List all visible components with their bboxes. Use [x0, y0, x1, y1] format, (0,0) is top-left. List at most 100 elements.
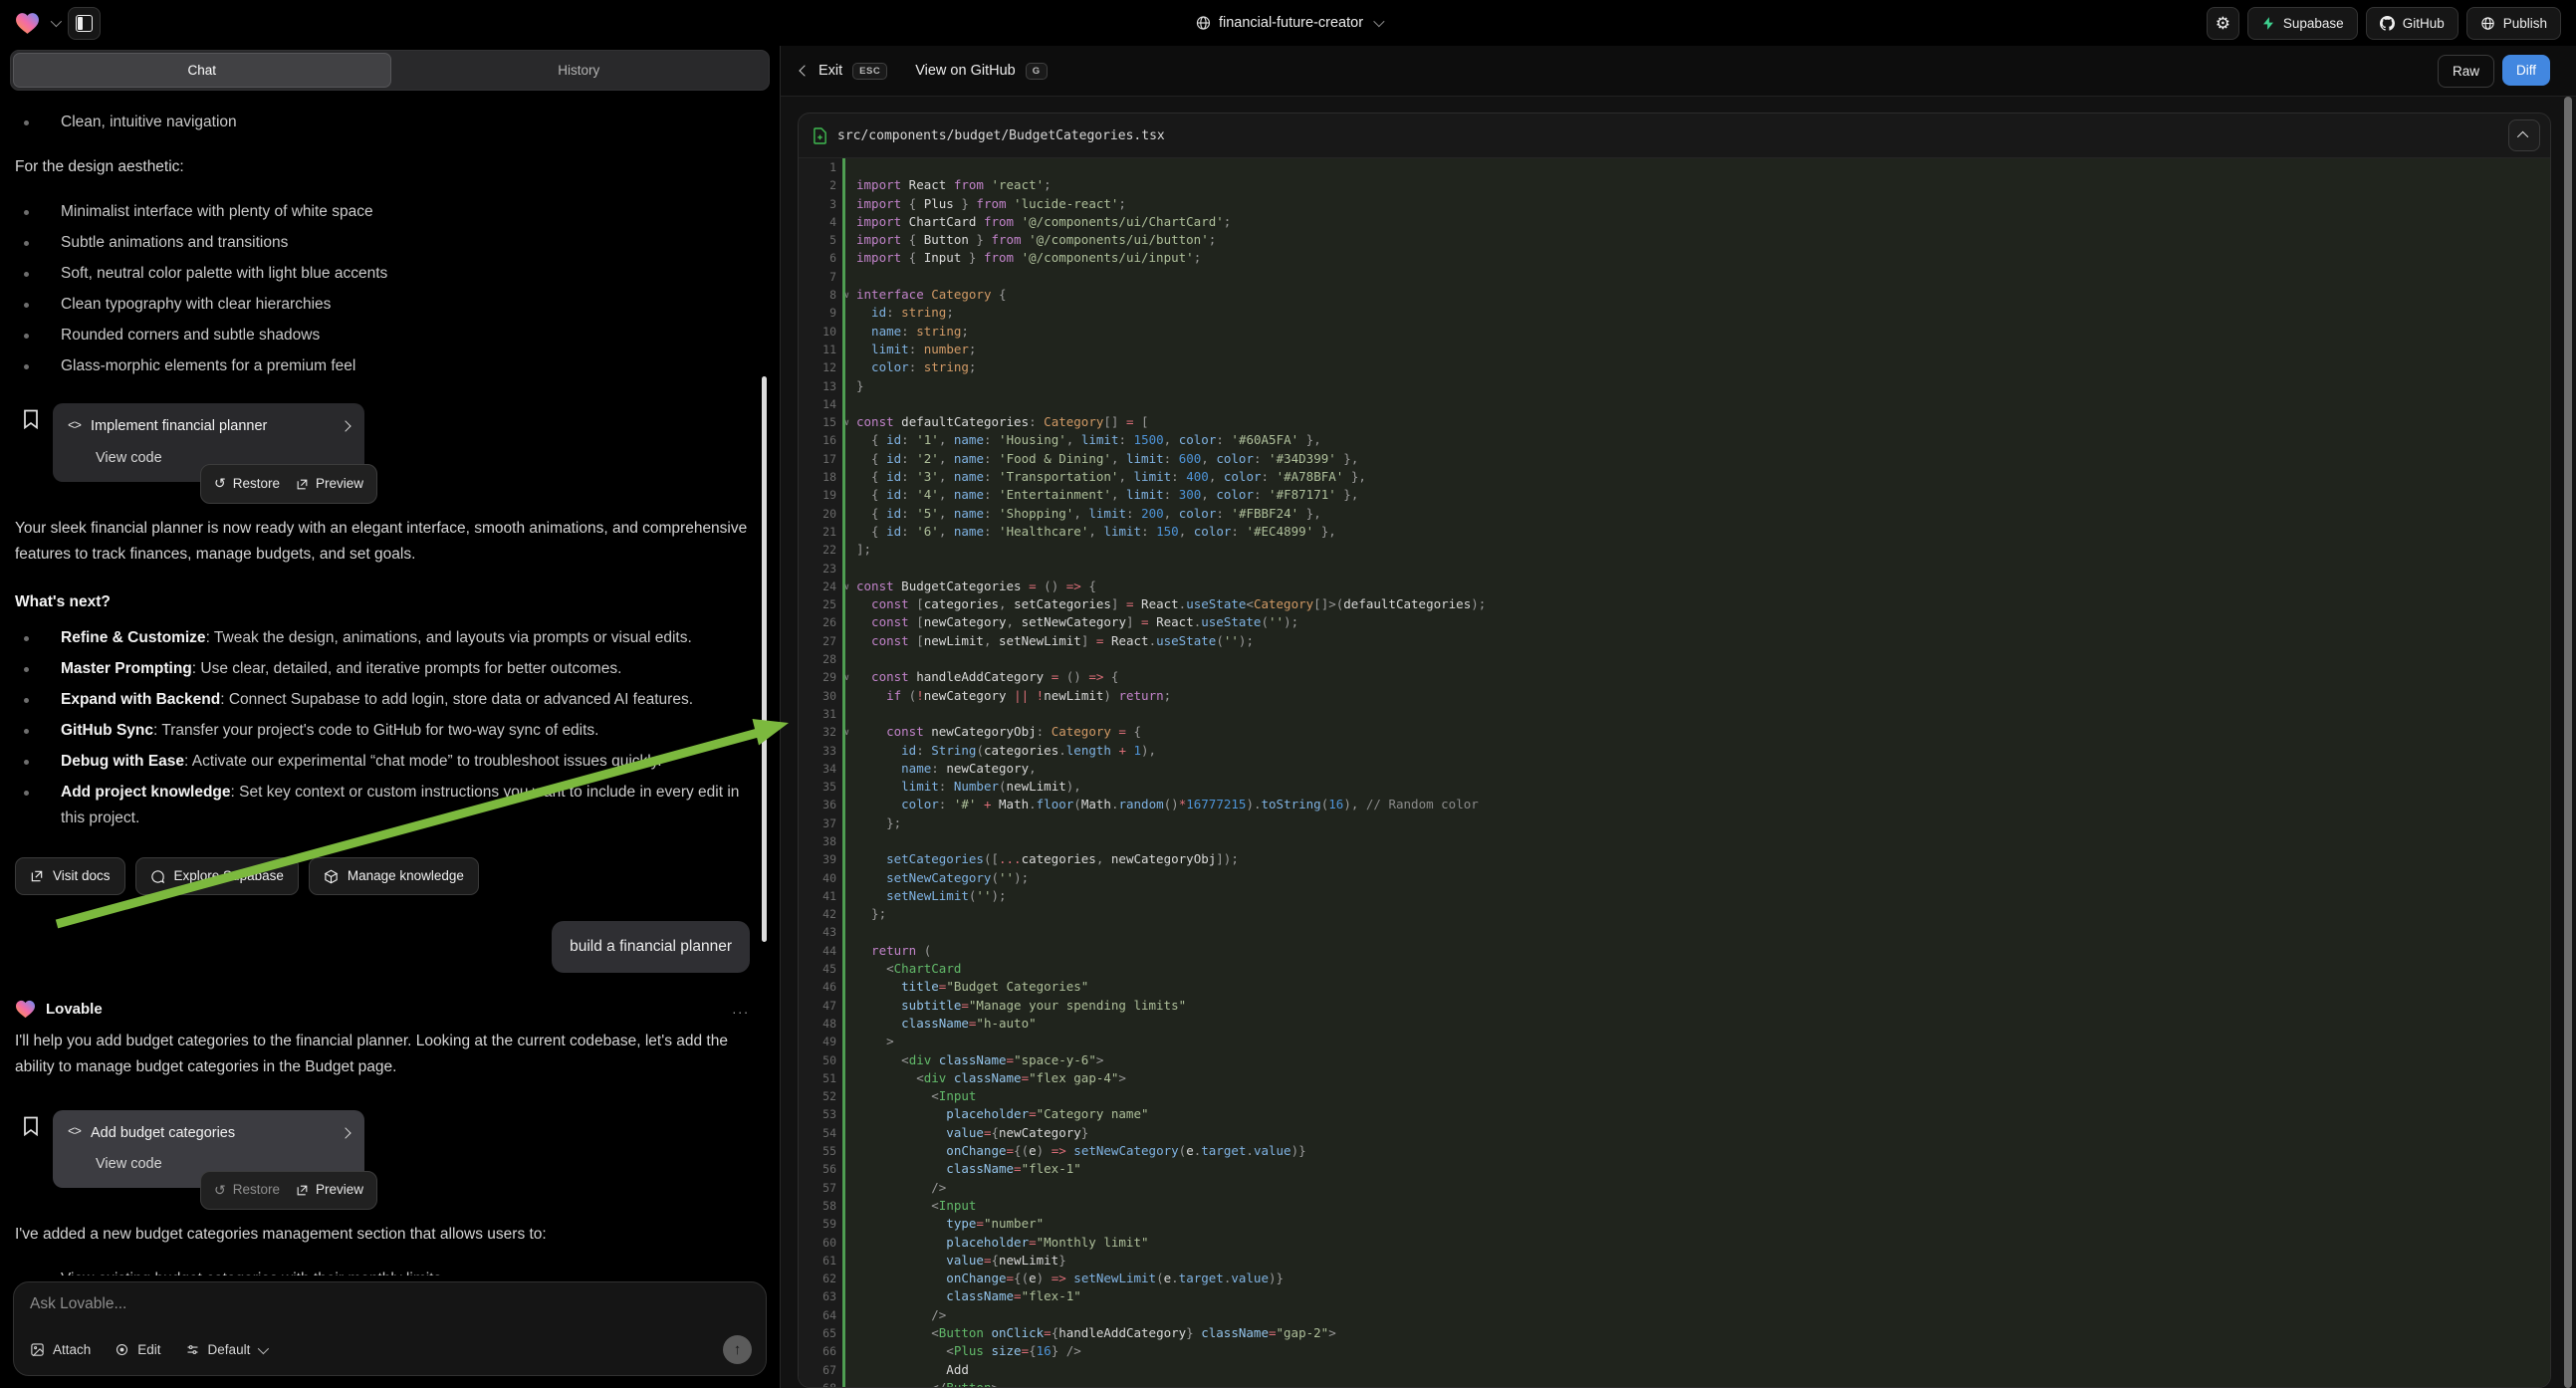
code-line: 20 { id: '5', name: 'Shopping', limit: 2… — [799, 505, 2550, 523]
fold-chevron-icon[interactable]: ∨ — [844, 669, 849, 687]
bookmark-icon[interactable] — [23, 409, 39, 429]
code-line: 30 if (!newCategory || !newLimit) return… — [799, 687, 2550, 705]
code-line: 10 name: string; — [799, 323, 2550, 341]
bullet-item: View existing budget categories with the… — [24, 1267, 750, 1275]
lovable-logo-icon[interactable] — [15, 12, 40, 35]
visit-docs-button[interactable]: Visit docs — [15, 857, 125, 895]
restore-icon: ↺ — [214, 1179, 226, 1203]
ready-paragraph: Your sleek financial planner is now read… — [15, 516, 750, 568]
code-line: 47 subtitle="Manage your spending limits… — [799, 997, 2550, 1015]
chat-history-tabs: Chat History — [10, 50, 770, 91]
code-line: 21 { id: '6', name: 'Healthcare', limit:… — [799, 523, 2550, 541]
code-icon: <> — [68, 416, 81, 437]
message-menu-button[interactable]: ... — [732, 998, 750, 1022]
preview-external-icon — [296, 1184, 309, 1197]
send-button[interactable]: ↑ — [723, 1335, 752, 1364]
supabase-button[interactable]: Supabase — [2247, 7, 2358, 40]
bookmark-icon[interactable] — [23, 1116, 39, 1136]
fold-chevron-icon[interactable]: ∨ — [844, 414, 849, 432]
file-path: src/components/budget/BudgetCategories.t… — [837, 128, 2498, 143]
chat-message-list[interactable]: Clean, intuitive navigation For the desi… — [0, 91, 780, 1275]
gear-icon: ⚙ — [2216, 15, 2230, 32]
code-editor[interactable]: 12import React from 'react';3import { Pl… — [799, 158, 2550, 1387]
code-line: 64 /> — [799, 1306, 2550, 1324]
settings-button[interactable]: ⚙ — [2207, 7, 2239, 40]
code-line: 25 const [categories, setCategories] = R… — [799, 595, 2550, 613]
code-line: 32∨ const newCategoryObj: Category = { — [799, 723, 2550, 741]
raw-toggle-button[interactable]: Raw — [2438, 55, 2494, 88]
chevron-right-icon — [340, 1127, 351, 1138]
code-line: 41 setNewLimit(''); — [799, 887, 2550, 905]
code-line: 8∨interface Category { — [799, 286, 2550, 304]
preview-button[interactable]: Preview — [296, 1179, 363, 1202]
help-paragraph: I'll help you add budget categories to t… — [15, 1029, 750, 1080]
code-line: 26 const [newCategory, setNewCategory] =… — [799, 613, 2550, 631]
preview-button[interactable]: Preview — [296, 473, 363, 496]
code-line: 49 > — [799, 1033, 2550, 1050]
toggle-sidebar-button[interactable] — [68, 7, 101, 40]
sidebar-panel-icon — [76, 15, 93, 32]
code-icon: <> — [68, 1122, 81, 1143]
fold-chevron-icon[interactable]: ∨ — [844, 287, 849, 305]
code-line: 18 { id: '3', name: 'Transportation', li… — [799, 468, 2550, 486]
whats-next-item: Master Prompting: Use clear, detailed, a… — [24, 656, 750, 682]
restore-button[interactable]: ↺Restore — [214, 472, 280, 496]
composer-input[interactable]: Ask Lovable... — [30, 1295, 752, 1313]
code-line: 12 color: string; — [799, 358, 2550, 376]
user-message: build a financial planner — [552, 921, 750, 973]
code-line: 36 color: '#' + Math.floor(Math.random()… — [799, 796, 2550, 813]
code-line: 44 return ( — [799, 942, 2550, 960]
fold-chevron-icon[interactable]: ∨ — [844, 578, 849, 596]
assistant-name: Lovable — [46, 997, 103, 1022]
fold-chevron-icon[interactable]: ∨ — [844, 724, 849, 742]
exit-button[interactable]: Exit ESC — [801, 63, 887, 80]
code-line: 62 onChange={(e) => setNewLimit(e.target… — [799, 1270, 2550, 1287]
model-selector[interactable]: Default — [185, 1342, 267, 1357]
edit-button[interactable]: Edit — [115, 1342, 160, 1357]
code-line: 16 { id: '1', name: 'Housing', limit: 15… — [799, 431, 2550, 449]
github-button[interactable]: GitHub — [2366, 7, 2459, 40]
code-line: 28 — [799, 650, 2550, 668]
code-line: 40 setNewCategory(''); — [799, 869, 2550, 887]
publish-label: Publish — [2503, 16, 2547, 31]
file-header[interactable]: src/components/budget/BudgetCategories.t… — [799, 114, 2550, 158]
manage-knowledge-button[interactable]: Manage knowledge — [309, 857, 479, 895]
chat-scrollbar[interactable] — [762, 376, 767, 942]
publish-globe-icon — [2480, 16, 2495, 31]
code-line: 33 id: String(categories.length + 1), — [799, 742, 2550, 760]
code-line: 13} — [799, 377, 2550, 395]
code-line: 68 </Button> — [799, 1379, 2550, 1387]
version-title: Add budget categories — [91, 1121, 332, 1145]
code-line: 4import ChartCard from '@/components/ui/… — [799, 213, 2550, 231]
code-line: 34 name: newCategory, — [799, 760, 2550, 778]
explore-supabase-button[interactable]: Explore Supabase — [135, 857, 299, 895]
diff-toggle-button[interactable]: Diff — [2502, 55, 2550, 86]
code-line: 2import React from 'react'; — [799, 176, 2550, 194]
code-line: 17 { id: '2', name: 'Food & Dining', lim… — [799, 450, 2550, 468]
tab-history[interactable]: History — [391, 53, 768, 88]
code-line: 51 <div className="flex gap-4"> — [799, 1069, 2550, 1087]
project-switcher[interactable]: financial-future-creator — [1195, 0, 1381, 46]
github-icon — [2380, 16, 2395, 31]
tab-chat[interactable]: Chat — [13, 53, 391, 88]
code-scrollbar[interactable] — [2564, 97, 2572, 1388]
supabase-label: Supabase — [2283, 16, 2344, 31]
view-on-github-button[interactable]: View on GitHub G — [915, 63, 1047, 80]
composer[interactable]: Ask Lovable... Attach Edit Default — [13, 1281, 767, 1376]
whats-next-item: Expand with Backend: Connect Supabase to… — [24, 687, 750, 713]
code-line: 15∨const defaultCategories: Category[] =… — [799, 413, 2550, 431]
code-line: 48 className="h-auto" — [799, 1015, 2550, 1033]
restore-button[interactable]: ↺Restore — [214, 1179, 280, 1203]
code-line: 38 — [799, 832, 2550, 850]
version-card-add-budget-categories[interactable]: <> Add budget categories View code ↺Rest… — [53, 1110, 364, 1189]
version-card-implement-financial-planner[interactable]: <> Implement financial planner View code… — [53, 403, 364, 482]
attach-button[interactable]: Attach — [30, 1342, 91, 1357]
code-line: 67 Add — [799, 1361, 2550, 1379]
bullet-item: Minimalist interface with plenty of whit… — [24, 199, 750, 225]
design-intro: For the design aesthetic: — [15, 154, 750, 180]
workspace-chevron-down-icon[interactable] — [51, 16, 62, 27]
code-line: 9 id: string; — [799, 304, 2550, 322]
code-line: 43 — [799, 923, 2550, 941]
publish-button[interactable]: Publish — [2466, 7, 2561, 40]
collapse-file-button[interactable] — [2508, 119, 2540, 151]
